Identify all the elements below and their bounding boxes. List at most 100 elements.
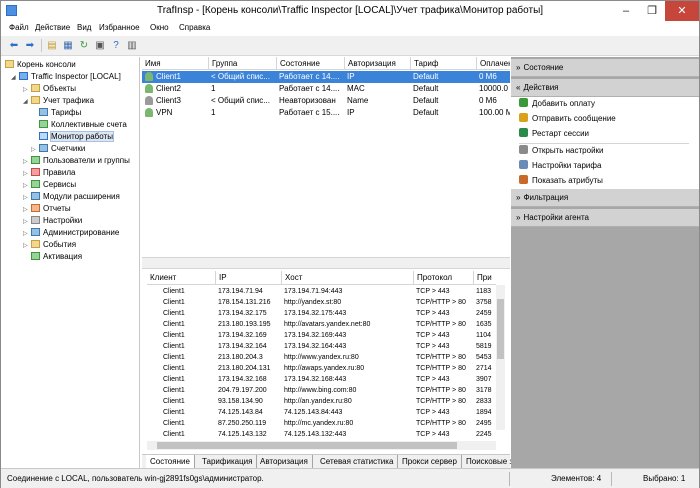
help-icon[interactable]: ?: [109, 39, 123, 52]
chevron-right-icon: »: [516, 63, 521, 72]
table-row[interactable]: Client1 213.180.204.131 http://awaps.yande…: [147, 363, 496, 374]
vertical-scrollbar[interactable]: [496, 285, 505, 430]
table-row[interactable]: Client1 213.180.204.3 http://www.yandex.ru…: [147, 352, 496, 363]
menu-action[interactable]: Действие: [35, 23, 70, 32]
tree-item-counters[interactable]: ▷ Счетчики: [31, 143, 85, 155]
action-tariff-settings[interactable]: Настройки тарифа: [519, 159, 601, 173]
status-elements-count: Элементов: 4: [551, 474, 602, 483]
menu-favorites[interactable]: Избранное: [99, 23, 140, 32]
action-add-payment[interactable]: Добавить оплату: [519, 97, 595, 111]
tree-item-objects[interactable]: ▷ Объекты: [23, 83, 76, 95]
tree-item-activation[interactable]: Активация: [31, 251, 82, 263]
column-header-tariff[interactable]: Тариф: [410, 57, 438, 70]
tree-item-events[interactable]: ▷ События: [23, 239, 76, 251]
client-name: VPN: [156, 108, 173, 117]
tab-proxy-server[interactable]: Прокси сервер: [398, 455, 462, 468]
table-row[interactable]: Client3 < Общий спис... Неавторизован Na…: [142, 95, 510, 107]
forward-icon[interactable]: ➡: [23, 39, 37, 52]
title-bar[interactable]: TrafInsp - [Корень консоли\Traffic Inspe…: [1, 1, 699, 21]
conn-ip: 74.125.143.132: [218, 431, 267, 438]
table-row[interactable]: Client1 87.250.250.119 http://mc.yandex.ru…: [147, 418, 496, 429]
table-row[interactable]: Client1 93.158.134.90 http://an.yandex.ru:…: [147, 396, 496, 407]
tree-item-settings[interactable]: ▷ Настройки: [23, 215, 82, 227]
conn-port: 2714: [476, 365, 492, 372]
menu-view[interactable]: Вид: [77, 23, 91, 32]
table-row[interactable]: Client1 74.125.143.132 74.125.143.132:443 T…: [147, 429, 496, 440]
tree-item-users-groups[interactable]: ▷ Пользователи и группы: [23, 155, 130, 167]
close-button[interactable]: ✕: [665, 1, 699, 21]
action-restart-session[interactable]: Рестарт сессии: [519, 127, 589, 141]
pane-splitter[interactable]: [142, 257, 510, 269]
table-row[interactable]: Client1 178.154.131.216 http://yandex.st:8…: [147, 297, 496, 308]
menu-window[interactable]: Окно: [150, 23, 169, 32]
tree-item-reports[interactable]: ▷ Отчеты: [23, 203, 71, 215]
tab-state[interactable]: Состояние: [146, 455, 195, 468]
table-row[interactable]: Client1 74.125.143.84 74.125.143.84:443 TCP…: [147, 407, 496, 418]
tree-item-work-monitor[interactable]: Монитор работы: [39, 131, 114, 143]
tab-billing[interactable]: Тарификация: [198, 455, 258, 468]
tree-root[interactable]: Корень консоли: [5, 59, 76, 71]
section-filtering[interactable]: » Фильтрация: [511, 189, 699, 207]
expand-toggle-icon[interactable]: ▷: [23, 240, 31, 252]
tree-item-services[interactable]: ▷ Сервисы: [23, 179, 76, 191]
column-header-port[interactable]: При: [473, 271, 496, 285]
column-header-client[interactable]: Клиент: [147, 271, 215, 285]
horizontal-scrollbar[interactable]: [147, 441, 496, 450]
maximize-button[interactable]: ❐: [639, 1, 665, 21]
table-row[interactable]: Client1 173.194.71.94 173.194.71.94:443 TCP…: [147, 286, 496, 297]
tree-item-rules[interactable]: ▷ Правила: [23, 167, 75, 179]
scroll-thumb[interactable]: [157, 442, 457, 449]
show-tree-icon[interactable]: ▦: [61, 39, 75, 52]
export-icon[interactable]: ▣: [93, 39, 107, 52]
properties-icon[interactable]: ▥: [125, 39, 139, 52]
table-row[interactable]: VPN 1 Работает с 15.... IP Default 100.0…: [142, 107, 510, 119]
table-row[interactable]: Client1 213.180.193.195 http://avatars.yan…: [147, 319, 496, 330]
menu-file[interactable]: Файл: [9, 23, 29, 32]
column-header-ip[interactable]: IP: [215, 271, 281, 285]
client-paid: 0 М6: [479, 72, 497, 81]
up-folder-icon[interactable]: ▤: [45, 39, 59, 52]
action-show-attributes[interactable]: Показать атрибуты: [519, 174, 603, 188]
rules-icon: [31, 168, 40, 176]
table-row[interactable]: Client1 204.79.197.200 http://www.bing.com…: [147, 385, 496, 396]
table-row[interactable]: Client1 173.194.32.168 173.194.32.168:443 T…: [147, 374, 496, 385]
column-header-name[interactable]: Имя: [142, 57, 161, 70]
conn-host: 173.194.32.164:443: [284, 343, 347, 350]
tree-item-traffic-inspector[interactable]: ◢ Traffic Inspector [LOCAL]: [11, 71, 121, 83]
tree-item-administration[interactable]: ▷ Администрирование: [23, 227, 119, 239]
tree-item-traffic-accounting[interactable]: ◢ Учет трафика: [23, 95, 94, 107]
expand-toggle-icon[interactable]: ◢: [23, 96, 31, 108]
client-tariff: Default: [413, 72, 439, 81]
table-row[interactable]: Client1 173.194.32.175 173.194.32.175:443 T…: [147, 308, 496, 319]
refresh-icon[interactable]: ↻: [77, 39, 91, 52]
action-open-settings[interactable]: Открыть настройки: [519, 144, 604, 158]
tree-item-collective-accounts[interactable]: Коллективные счета: [39, 119, 127, 131]
expand-toggle-icon[interactable]: ◢: [11, 72, 19, 84]
tab-authorization[interactable]: Авторизация: [256, 455, 313, 468]
table-row[interactable]: Client1 173.194.32.169 173.194.32.169:443 T…: [147, 330, 496, 341]
tab-network-stats[interactable]: Сетевая статистика: [316, 455, 399, 468]
user-icon: [145, 96, 153, 105]
client-name: Client3: [156, 96, 181, 105]
column-header-group[interactable]: Группа: [208, 57, 237, 70]
scroll-thumb[interactable]: [497, 299, 504, 359]
user-icon: [145, 72, 153, 81]
section-agent-settings[interactable]: » Настройки агента: [511, 209, 699, 227]
tree-item-extensions[interactable]: ▷ Модули расширения: [23, 191, 120, 203]
column-header-state[interactable]: Состояние: [276, 57, 320, 70]
back-icon[interactable]: ⬅: [7, 39, 21, 52]
action-send-message[interactable]: Отправить сообщение: [519, 112, 616, 126]
conn-client: Client1: [163, 310, 185, 317]
column-header-protocol[interactable]: Протокол: [413, 271, 473, 285]
column-header-host[interactable]: Хост: [281, 271, 413, 285]
minimize-button[interactable]: –: [613, 1, 639, 21]
column-header-auth[interactable]: Авторизация: [344, 57, 396, 70]
table-row[interactable]: Client2 1 Работает с 14.... MAC Default …: [142, 83, 510, 95]
tree-item-tariffs[interactable]: Тарифы: [39, 107, 81, 119]
menu-help[interactable]: Справка: [179, 23, 210, 32]
table-row[interactable]: Client1 < Общий спис... Работает с 14...…: [142, 71, 510, 83]
section-state[interactable]: » Состояние: [511, 59, 699, 77]
section-actions[interactable]: «Действия: [511, 79, 699, 97]
table-row[interactable]: Client1 173.194.32.164 173.194.32.164:443 T…: [147, 341, 496, 352]
column-header-paid[interactable]: Оплачено: [476, 57, 510, 70]
